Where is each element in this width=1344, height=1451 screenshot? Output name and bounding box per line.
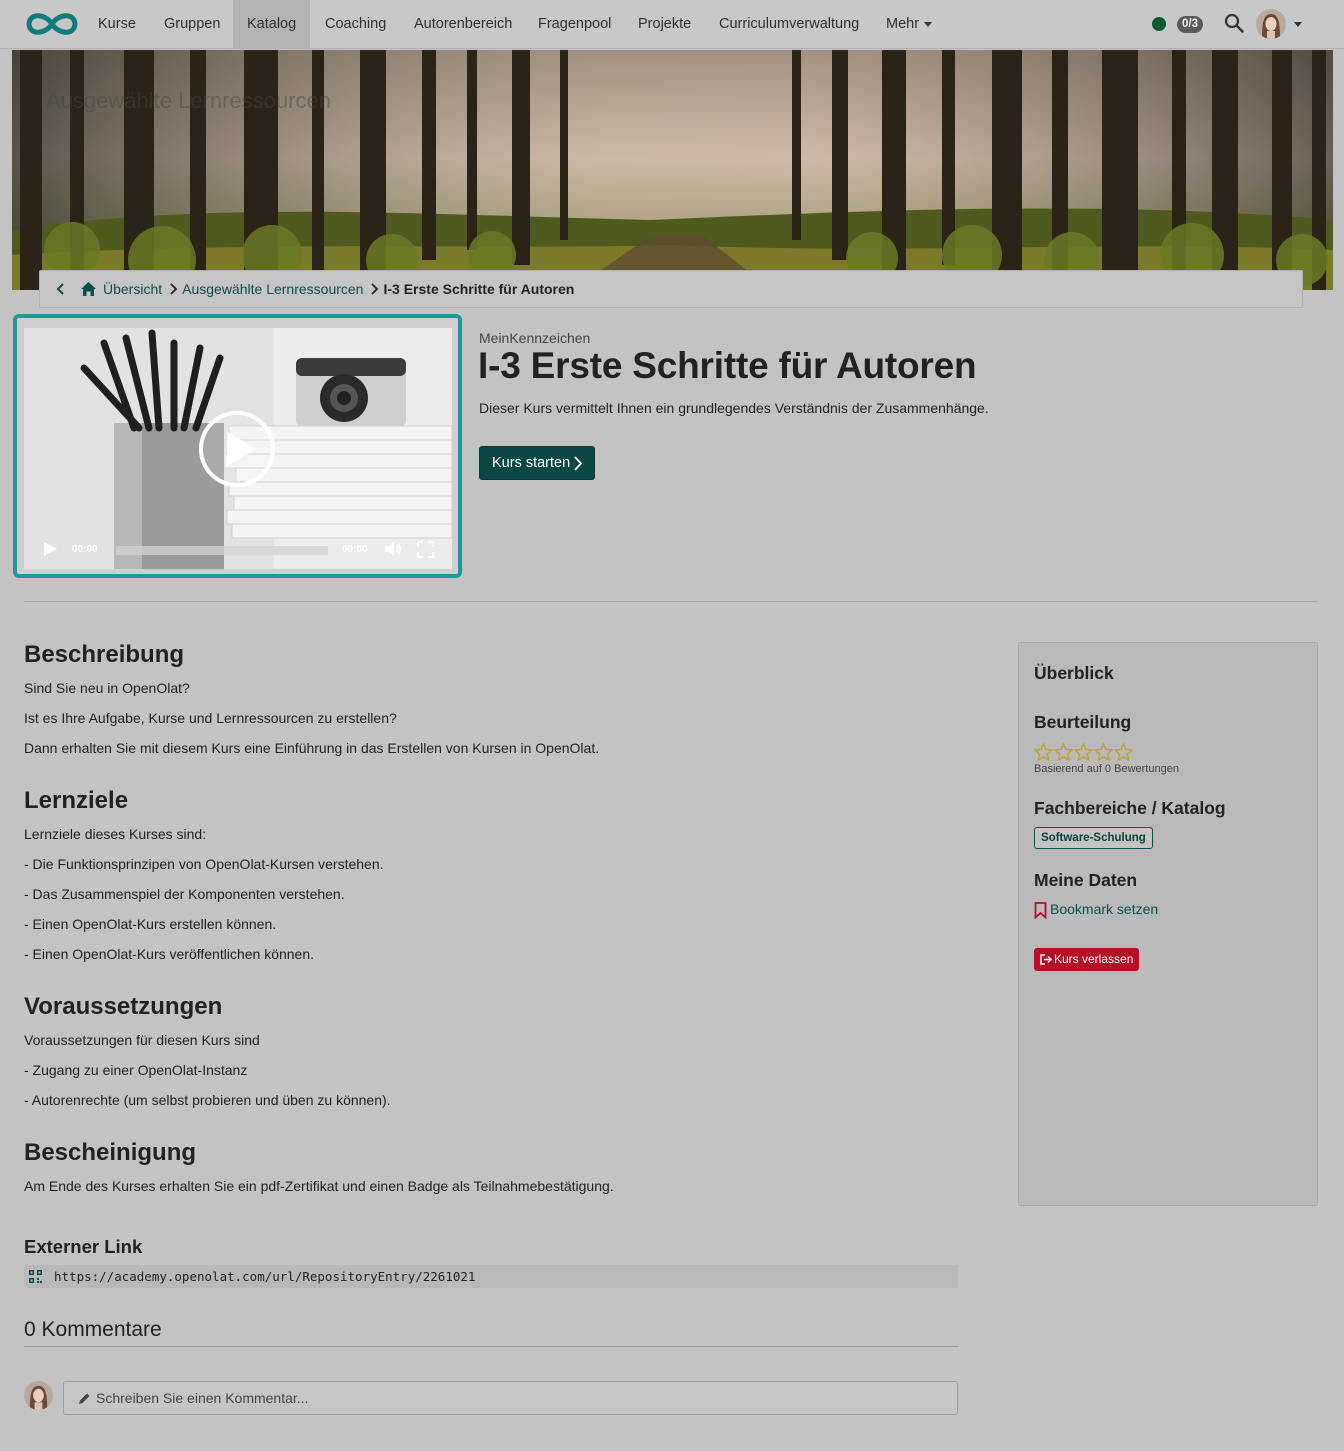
avatar-chevron-down-icon[interactable] [1294, 22, 1302, 27]
star-icon[interactable] [1094, 743, 1113, 761]
overview-panel: Überblick Beurteilung Basierend auf 0 Be… [1018, 642, 1318, 1206]
banner-title: Ausgewählte Lernressourcen [46, 88, 331, 113]
catalog-banner: Ausgewählte Lernressourcen [12, 50, 1333, 290]
play-button-icon[interactable] [198, 410, 276, 488]
chevron-down-icon [924, 21, 933, 27]
qr-code-icon[interactable] [29, 1270, 42, 1283]
video-controls: 00:00 00:00 [24, 529, 452, 569]
nav-mehr-label: Mehr [886, 16, 920, 32]
count-badge[interactable]: 0/3 [1177, 16, 1203, 33]
certificate-heading: Bescheinigung [24, 1139, 197, 1166]
requirements-line: - Zugang zu einer OpenOlat-Instanz [24, 1062, 248, 1078]
nav-projekte[interactable]: Projekte [624, 0, 705, 48]
description-line: Sind Sie neu in OpenOlat? [24, 680, 190, 696]
nav-coaching[interactable]: Coaching [311, 0, 400, 48]
description-heading: Beschreibung [24, 641, 185, 668]
overview-title: Überblick [1034, 663, 1114, 683]
nav-curriculumverwaltung[interactable]: Curriculumverwaltung [705, 0, 873, 48]
sign-out-icon [1040, 954, 1052, 965]
objectives-line: - Einen OpenOlat-Kurs erstellen können. [24, 916, 277, 932]
chevron-right-icon [371, 283, 379, 295]
leave-course-button[interactable]: Kurs verlassen [1034, 948, 1140, 971]
home-icon[interactable] [80, 281, 97, 297]
catalog-tag[interactable]: Software-Schulung [1034, 827, 1153, 849]
video-progress-bar[interactable] [116, 546, 328, 555]
start-course-button[interactable]: Kurs starten [479, 446, 595, 480]
catalog-heading: Fachbereiche / Katalog [1034, 798, 1226, 818]
course-teaser: Dieser Kurs vermittelt Ihnen ein grundle… [479, 400, 989, 416]
course-external-ref: MeinKennzeichen [479, 330, 591, 346]
fullscreen-icon[interactable] [417, 541, 434, 558]
chevron-right-icon [574, 456, 582, 471]
nav-mehr[interactable]: Mehr [872, 0, 946, 48]
back-chevron-icon[interactable] [54, 282, 68, 296]
external-link-heading: Externer Link [24, 1236, 143, 1257]
mydata-heading: Meine Daten [1034, 870, 1138, 890]
bookmark-label: Bookmark setzen [1050, 901, 1159, 917]
breadcrumb-current: I-3 Erste Schritte für Autoren [383, 281, 575, 297]
comment-input[interactable]: Schreiben Sie einen Kommentar... [63, 1381, 958, 1415]
pencil-icon [79, 1393, 90, 1404]
video-current-time: 00:00 [72, 544, 98, 555]
breadcrumb-parent-link[interactable]: Ausgewählte Lernressourcen [182, 281, 363, 297]
requirements-line: Voraussetzungen für diesen Kurs sind [24, 1032, 260, 1048]
teaser-video[interactable]: 00:00 00:00 [24, 328, 452, 569]
star-icon[interactable] [1034, 743, 1053, 761]
star-icon[interactable] [1054, 743, 1073, 761]
nav-gruppen[interactable]: Gruppen [150, 0, 234, 48]
requirements-heading: Voraussetzungen [24, 993, 223, 1020]
top-navigation: Kurse Gruppen Katalog Coaching Autorenbe… [0, 0, 1344, 49]
star-icon[interactable] [1074, 743, 1093, 761]
bookmark-link[interactable]: Bookmark setzen [1034, 901, 1159, 919]
objectives-line: Lernziele dieses Kurses sind: [24, 826, 207, 842]
rating-stars[interactable] [1034, 743, 1133, 761]
breadcrumb: Übersicht Ausgewählte Lernressourcen I-3… [39, 270, 1303, 308]
objectives-line: - Einen OpenOlat-Kurs veröffentlichen kö… [24, 946, 315, 962]
external-link-box[interactable]: https://academy.openolat.com/url/Reposit… [24, 1265, 958, 1288]
description-line: Ist es Ihre Aufgabe, Kurse und Lernresso… [24, 710, 397, 726]
nav-kurse[interactable]: Kurse [84, 0, 150, 48]
comments-title: 0 Kommentare [24, 1318, 162, 1341]
rating-heading: Beurteilung [1034, 712, 1132, 732]
search-icon[interactable] [1224, 13, 1244, 33]
objectives-line: - Das Zusammenspiel der Komponenten vers… [24, 886, 345, 902]
star-icon[interactable] [1114, 743, 1133, 761]
start-course-label: Kurs starten [492, 455, 571, 471]
openolat-logo-icon[interactable] [24, 9, 80, 39]
requirements-line: - Autorenrechte (um selbst probieren und… [24, 1092, 391, 1108]
play-icon[interactable] [42, 541, 58, 557]
rating-note: Basierend auf 0 Bewertungen [1034, 763, 1179, 775]
user-avatar[interactable] [1256, 9, 1286, 39]
course-title: I-3 Erste Schritte für Autoren [478, 345, 977, 386]
video-duration: 00:00 [342, 544, 368, 555]
nav-autorenbereich[interactable]: Autorenbereich [400, 0, 526, 48]
online-status-icon[interactable] [1152, 17, 1166, 31]
leave-course-label: Kurs verlassen [1054, 952, 1134, 966]
bookmark-icon [1034, 902, 1047, 919]
certificate-line: Am Ende des Kurses erhalten Sie ein pdf-… [24, 1178, 614, 1194]
chevron-right-icon [170, 283, 178, 295]
header-divider [24, 601, 1318, 602]
forest-image [12, 50, 1333, 290]
objectives-line: - Die Funktionsprinzipen von OpenOlat-Ku… [24, 856, 384, 872]
comments-divider [24, 1346, 958, 1347]
external-link-url[interactable]: https://academy.openolat.com/url/Reposit… [54, 1269, 475, 1284]
comment-placeholder: Schreiben Sie einen Kommentar... [96, 1390, 309, 1406]
teaser-video-card: 00:00 00:00 [13, 314, 462, 578]
nav-fragenpool[interactable]: Fragenpool [524, 0, 625, 48]
objectives-heading: Lernziele [24, 787, 129, 814]
description-line: Dann erhalten Sie mit diesem Kurs eine E… [24, 740, 600, 756]
breadcrumb-home-link[interactable]: Übersicht [103, 281, 162, 297]
volume-icon[interactable] [384, 541, 402, 557]
comment-avatar [24, 1381, 53, 1410]
nav-katalog[interactable]: Katalog [233, 0, 311, 48]
